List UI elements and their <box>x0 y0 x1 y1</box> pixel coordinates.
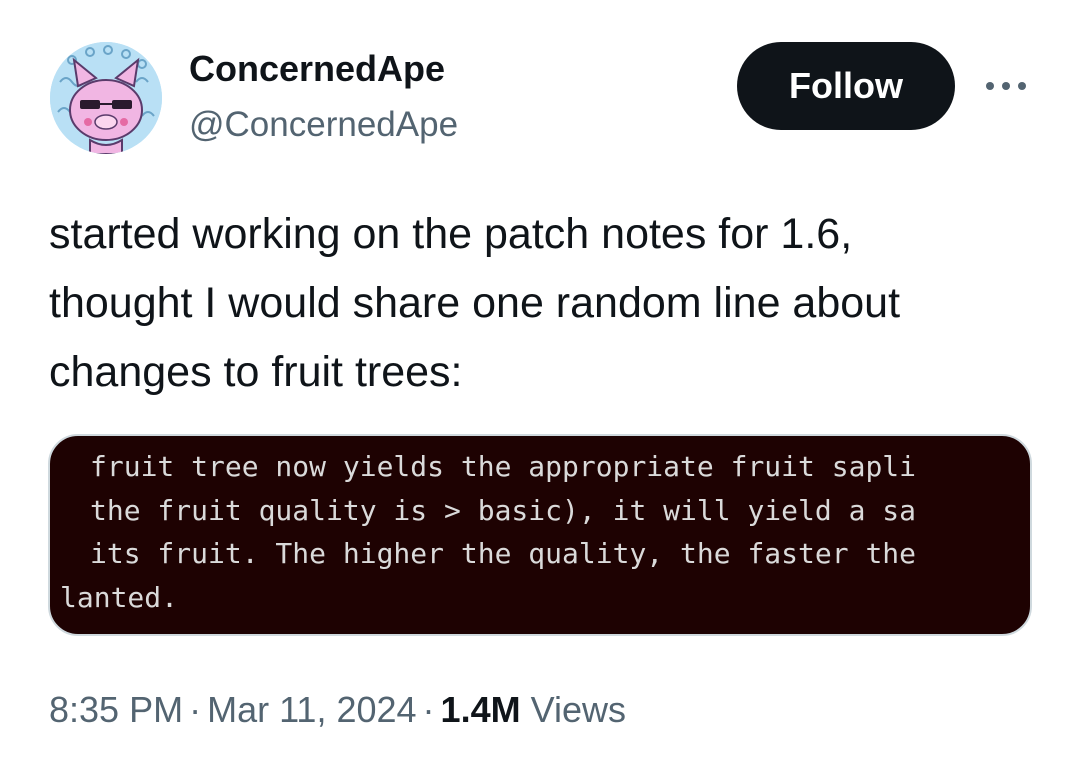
separator-dot: · <box>422 689 435 730</box>
code-line-text: fruit tree now yields the appropriate fr… <box>90 450 917 483</box>
code-line: its fruit. The higher the quality, the f… <box>78 537 916 571</box>
tweet-text-line: changes to fruit trees: <box>49 348 463 396</box>
pink-cartoon-creature-avatar-icon <box>50 42 162 154</box>
code-line-text: its fruit. The higher the quality, the f… <box>90 537 917 570</box>
views-count: 1.4M <box>440 689 521 730</box>
follow-button[interactable]: Follow <box>737 42 955 130</box>
code-line: the fruit quality is > basic), it will y… <box>78 494 916 528</box>
code-line: lanted. <box>50 581 179 615</box>
more-horizontal-icon <box>986 82 1026 90</box>
code-line-text: lanted. <box>60 581 179 614</box>
tweet-date[interactable]: Mar 11, 2024 <box>207 689 416 730</box>
tweet-metadata: 8:35 PM · Mar 11, 2024 · 1.4M Views <box>49 688 626 732</box>
attached-image[interactable]: fruit tree now yields the appropriate fr… <box>48 434 1032 636</box>
author-avatar[interactable] <box>50 42 162 154</box>
more-options-button[interactable] <box>978 70 1034 102</box>
author-handle[interactable]: @ConcernedApe <box>189 104 458 146</box>
author-display-name[interactable]: ConcernedApe <box>189 48 445 90</box>
separator-dot: · <box>189 689 202 730</box>
tweet-time[interactable]: 8:35 PM <box>49 689 183 730</box>
code-line-text: the fruit quality is > basic), it will y… <box>90 494 917 527</box>
tweet-text: started working on the patch notes for 1… <box>49 200 1059 407</box>
code-line: fruit tree now yields the appropriate fr… <box>78 450 916 484</box>
tweet-text-line: started working on the patch notes for 1… <box>49 210 853 258</box>
views-label: Views <box>530 689 626 730</box>
tweet-text-line: thought I would share one random line ab… <box>49 279 901 327</box>
